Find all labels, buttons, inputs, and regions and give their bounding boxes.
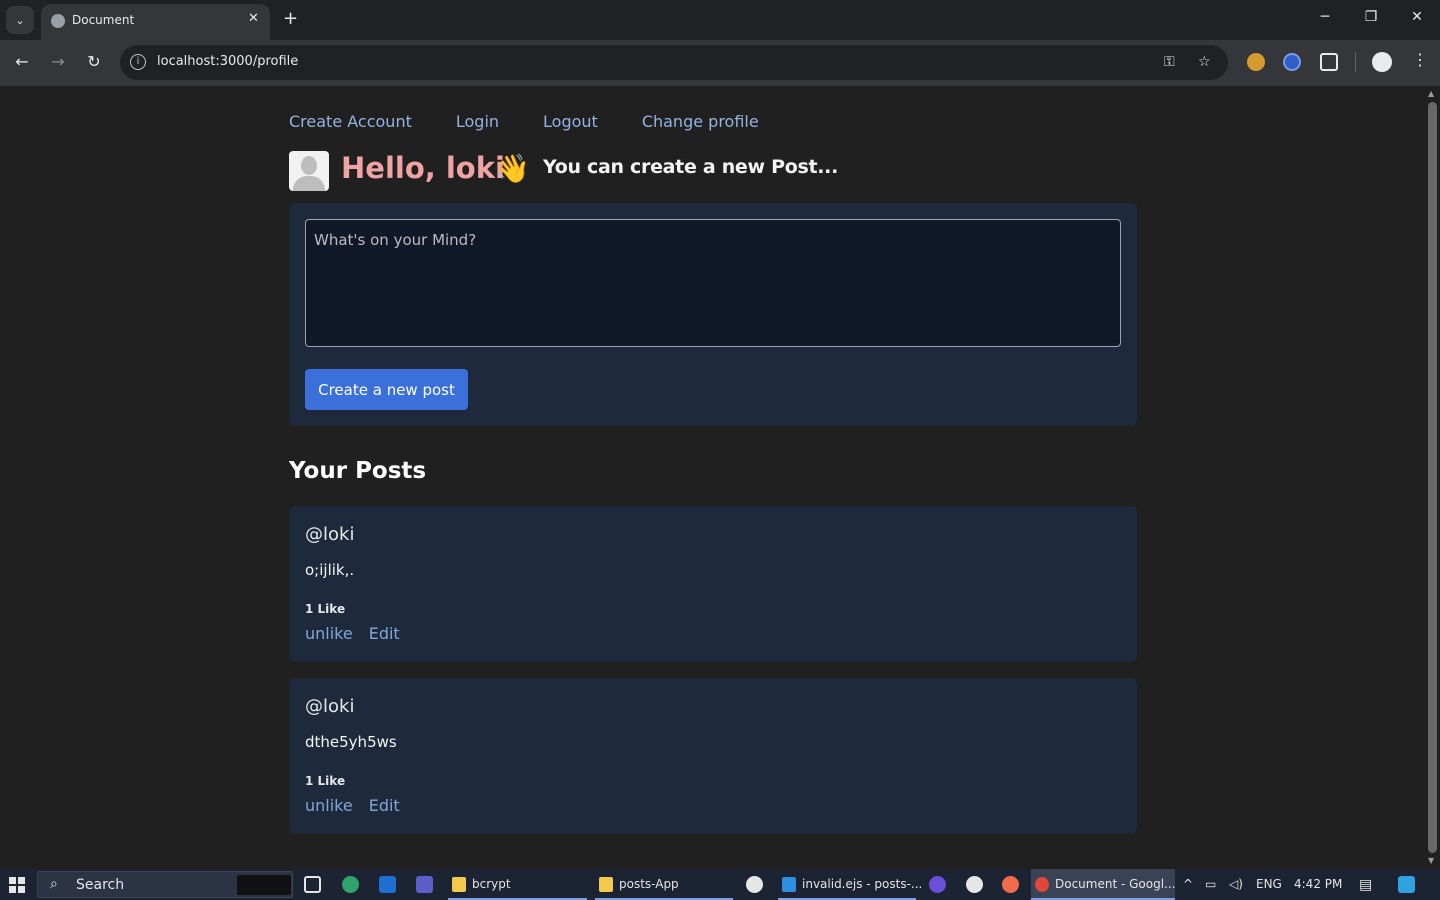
toolbar-divider	[1355, 52, 1356, 72]
close-icon[interactable]: ✕	[248, 11, 259, 26]
extension-icon[interactable]	[1283, 53, 1301, 71]
extensions-icon[interactable]	[1320, 53, 1338, 71]
bookmark-star-icon[interactable]: ☆	[1198, 54, 1211, 70]
post-author: @loki	[305, 696, 355, 717]
post-card: @loki dthe5yh5ws 1 Like unlike Edit	[289, 678, 1137, 834]
task-view-icon[interactable]	[304, 876, 321, 893]
taskbar-app-label: Document - Googl...	[1055, 877, 1176, 891]
address-bar[interactable]: i localhost:3000/profile ⚿ ☆	[120, 45, 1228, 80]
avatar	[289, 151, 329, 191]
unlike-link[interactable]: unlike	[305, 796, 353, 815]
vscode-icon	[782, 877, 796, 892]
post-like-count: 1 Like	[305, 602, 346, 616]
new-post-form: Create a new post	[289, 203, 1137, 426]
browser-tab[interactable]: Document ✕	[41, 4, 270, 40]
post-content: dthe5yh5ws	[305, 733, 397, 751]
unlike-link[interactable]: unlike	[305, 624, 353, 643]
taskbar-search-label: Search	[76, 877, 125, 893]
nav-create-account[interactable]: Create Account	[289, 112, 412, 131]
chevron-up-icon[interactable]: ^	[1183, 877, 1193, 891]
post-actions: unlike Edit	[305, 624, 400, 643]
volume-icon[interactable]: ◁)	[1229, 877, 1243, 891]
folder-icon	[452, 877, 466, 892]
greeting-row: Hello, loki 👋 You can create a new Post.…	[289, 150, 1137, 191]
tab-search-icon[interactable]: ⌄	[6, 6, 34, 34]
post-author: @loki	[305, 524, 355, 545]
posts-heading: Your Posts	[289, 458, 427, 484]
nav-change-profile[interactable]: Change profile	[642, 112, 759, 131]
chrome-icon	[1035, 877, 1049, 892]
greeting-subtitle: You can create a new Post...	[543, 156, 838, 178]
favicon-icon	[51, 14, 65, 28]
github-icon[interactable]	[966, 876, 983, 893]
copilot-icon[interactable]	[1398, 876, 1415, 893]
folder-icon	[599, 877, 613, 892]
notification-icon[interactable]: ▤	[1359, 877, 1372, 893]
taskbar-app-chrome[interactable]: Document - Googl...	[1031, 869, 1176, 900]
page-viewport: Create Account Login Logout Change profi…	[0, 86, 1425, 869]
edge-icon[interactable]	[342, 876, 359, 893]
greeting-heading: Hello, loki	[341, 151, 505, 185]
plus-icon[interactable]: +	[283, 8, 298, 30]
create-post-button[interactable]: Create a new post	[305, 369, 468, 410]
taskbar: ⌕ Search bcrypt posts-App invalid.ejs - …	[0, 869, 1440, 900]
taskbar-app-bcrypt[interactable]: bcrypt	[448, 869, 587, 900]
windows-start-icon[interactable]	[9, 877, 25, 893]
site-info-icon[interactable]: i	[130, 54, 146, 70]
tab-strip: ⌄ Document ✕ + ─ ❐ ✕	[0, 0, 1440, 40]
restore-icon[interactable]: ❐	[1361, 9, 1381, 25]
search-highlight-image	[237, 875, 291, 895]
password-key-icon[interactable]: ⚿	[1164, 54, 1175, 70]
app-icon[interactable]	[746, 876, 763, 893]
edit-link[interactable]: Edit	[369, 624, 400, 643]
menu-icon[interactable]: ⋮	[1412, 50, 1428, 69]
url-text[interactable]: localhost:3000/profile	[157, 54, 298, 69]
minimize-icon[interactable]: ─	[1315, 9, 1335, 25]
app-icon[interactable]	[929, 876, 946, 893]
scroll-down-icon[interactable]: ▼	[1428, 856, 1434, 865]
taskbar-app-label: invalid.ejs - posts-...	[802, 877, 923, 891]
clock[interactable]: 4:42 PM	[1294, 877, 1342, 891]
reload-icon[interactable]: ↻	[83, 52, 105, 71]
browser-toolbar: ← → ↻ i localhost:3000/profile ⚿ ☆	[0, 40, 1440, 86]
nav-logout[interactable]: Logout	[543, 112, 598, 131]
tab-title: Document	[72, 13, 135, 27]
profile-icon[interactable]	[1372, 52, 1392, 72]
scroll-thumb[interactable]	[1428, 102, 1437, 853]
app-icon[interactable]	[1002, 876, 1019, 893]
taskbar-app-label: bcrypt	[472, 877, 511, 891]
post-like-count: 1 Like	[305, 774, 346, 788]
taskbar-app-vscode[interactable]: invalid.ejs - posts-...	[778, 869, 922, 900]
post-content-input[interactable]	[305, 219, 1121, 347]
taskbar-search[interactable]: ⌕ Search	[37, 871, 293, 898]
edit-link[interactable]: Edit	[369, 796, 400, 815]
scrollbar[interactable]: ▲ ▼	[1425, 86, 1440, 869]
post-actions: unlike Edit	[305, 796, 400, 815]
taskbar-app-posts[interactable]: posts-App	[595, 869, 733, 900]
wave-emoji: 👋	[495, 152, 530, 185]
nav-login[interactable]: Login	[456, 112, 499, 131]
language-indicator[interactable]: ENG	[1256, 877, 1282, 891]
cookie-extension-icon[interactable]	[1247, 53, 1265, 71]
network-icon[interactable]: ▭	[1205, 877, 1216, 891]
post-content: o;ijlik,.	[305, 561, 355, 579]
search-icon: ⌕	[50, 876, 58, 892]
scroll-up-icon[interactable]: ▲	[1428, 89, 1434, 98]
teams-icon[interactable]	[416, 876, 433, 893]
post-card: @loki o;ijlik,. 1 Like unlike Edit	[289, 506, 1137, 662]
top-nav: Create Account Login Logout Change profi…	[289, 112, 759, 131]
forward-icon[interactable]: →	[47, 52, 69, 71]
window-close-icon[interactable]: ✕	[1407, 9, 1427, 25]
outlook-icon[interactable]	[379, 876, 396, 893]
back-icon[interactable]: ←	[11, 52, 33, 71]
taskbar-app-label: posts-App	[619, 877, 679, 891]
